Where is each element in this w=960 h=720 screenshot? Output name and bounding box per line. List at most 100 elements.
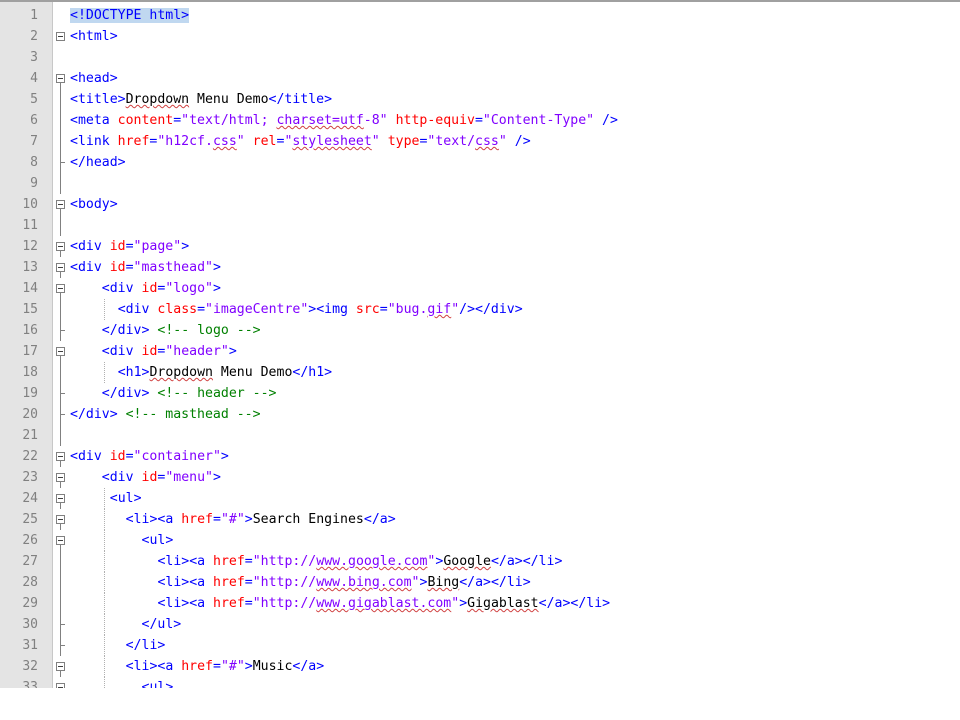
code-line[interactable]: 17 <div id="header">: [0, 341, 960, 362]
line-number: 19: [22, 386, 38, 401]
code-line[interactable]: 5 <title>Dropdown Menu Demo</title>: [0, 89, 960, 110]
code-text: <div class="imageCentre"><img src="bug.g…: [118, 299, 523, 320]
line-number: 6: [30, 113, 38, 128]
fold-toggle-icon[interactable]: [56, 662, 65, 671]
code-text: <li><a href="http://www.google.com">Goog…: [157, 551, 562, 572]
fold-toggle-icon[interactable]: [56, 494, 65, 503]
fold-toggle-icon[interactable]: [56, 74, 65, 83]
code-line[interactable]: 14 <div id="logo">: [0, 278, 960, 299]
code-line[interactable]: 2 <html>: [0, 26, 960, 47]
code-line[interactable]: 13 <div id="masthead">: [0, 257, 960, 278]
code-line[interactable]: 30 </ul>: [0, 614, 960, 635]
fold-line: [60, 461, 61, 467]
code-line[interactable]: 20 </div> <!-- masthead -->: [0, 404, 960, 425]
line-number: 13: [22, 260, 38, 275]
code-token: <li><a: [157, 596, 214, 611]
fold-toggle-icon[interactable]: [56, 347, 65, 356]
code-token: id: [109, 239, 126, 254]
fold-line: [60, 482, 61, 488]
code-token: Gigablast: [467, 596, 539, 611]
code-line[interactable]: 28 <li><a href="http://www.bing.com">Bing…: [0, 572, 960, 593]
fold-toggle-icon[interactable]: [56, 473, 65, 482]
code-text: <li><a href="http://www.bing.com">Bing</…: [157, 572, 530, 593]
code-token: "#": [220, 659, 245, 674]
code-text: <li><a href="#">Search Engines</a>: [126, 509, 396, 530]
code-token: "menu": [165, 470, 213, 485]
line-number: 26: [22, 533, 38, 548]
code-token: ": [236, 134, 245, 149]
code-token: www.bing.com: [316, 575, 412, 590]
fold-toggle-icon[interactable]: [56, 536, 65, 545]
code-line[interactable]: 23 <div id="menu">: [0, 467, 960, 488]
code-token: =: [197, 302, 206, 317]
code-token: </div>: [101, 323, 150, 338]
line-number: 16: [22, 323, 38, 338]
code-token: www.google.com: [316, 554, 428, 569]
indent-guide: [103, 509, 105, 530]
code-token: </a></li>: [538, 596, 611, 611]
code-token: /></div>: [459, 302, 523, 317]
code-text: <ul>: [142, 530, 174, 551]
fold-toggle-icon[interactable]: [56, 200, 65, 209]
code-line[interactable]: 19 </div> <!-- header -->: [0, 383, 960, 404]
code-line[interactable]: 16 </div> <!-- logo -->: [0, 320, 960, 341]
code-line[interactable]: 3: [0, 47, 960, 68]
code-token: www.gigablast.com: [316, 596, 452, 611]
code-line[interactable]: 24 <ul>: [0, 488, 960, 509]
code-line[interactable]: 33 <ul>: [0, 677, 960, 688]
line-number: 5: [30, 92, 38, 107]
code-line[interactable]: 12 <div id="page">: [0, 236, 960, 257]
indent-guide: [103, 614, 105, 635]
code-line[interactable]: 1 <!DOCTYPE html>: [0, 5, 960, 26]
fold-toggle-icon[interactable]: [56, 515, 65, 524]
code-editor[interactable]: 1 <!DOCTYPE html> 2 <html> 3 4 <head> 5 <title>D…: [0, 0, 960, 688]
fold-toggle-icon[interactable]: [56, 32, 65, 41]
code-token: </ul>: [141, 617, 182, 632]
line-number: 33: [22, 680, 38, 688]
code-line[interactable]: 11: [0, 215, 960, 236]
code-line[interactable]: 31 </li>: [0, 635, 960, 656]
code-line[interactable]: 15 <div class="imageCentre"><img src="bug…: [0, 299, 960, 320]
code-line[interactable]: 26 <ul>: [0, 530, 960, 551]
code-token: rel: [244, 134, 277, 149]
code-token: >: [228, 344, 237, 359]
code-token: charset=utf: [276, 113, 364, 128]
code-line[interactable]: 4 <head>: [0, 68, 960, 89]
code-token: </a>: [292, 659, 325, 674]
code-token: Bing: [427, 575, 460, 590]
line-number: 32: [22, 659, 38, 674]
code-line[interactable]: 9: [0, 173, 960, 194]
code-token: "bug.: [387, 302, 428, 317]
code-line[interactable]: 18 <h1>Dropdown Menu Demo</h1>: [0, 362, 960, 383]
fold-toggle-icon[interactable]: [56, 242, 65, 251]
code-token: content: [117, 113, 174, 128]
line-number: 12: [22, 239, 38, 254]
code-line[interactable]: 8 </head>: [0, 152, 960, 173]
code-text: <title>Dropdown Menu Demo</title>: [70, 89, 332, 110]
code-line[interactable]: 6 <meta content="text/html; charset=utf-8…: [0, 110, 960, 131]
code-line[interactable]: 29 <li><a href="http://www.gigablast.com"…: [0, 593, 960, 614]
fold-toggle-icon[interactable]: [56, 263, 65, 272]
code-text: </div> <!-- header -->: [102, 383, 277, 404]
code-token: <div: [101, 470, 142, 485]
line-number: 10: [22, 197, 38, 212]
code-line[interactable]: 32 <li><a href="#">Music</a>: [0, 656, 960, 677]
fold-toggle-icon[interactable]: [56, 452, 65, 461]
code-line[interactable]: 27 <li><a href="http://www.google.com">Go…: [0, 551, 960, 572]
fold-toggle-icon[interactable]: [56, 284, 65, 293]
code-token: <li><a: [125, 659, 182, 674]
code-line[interactable]: 10 <body>: [0, 194, 960, 215]
code-token: class: [157, 302, 198, 317]
code-line[interactable]: 22 <div id="container">: [0, 446, 960, 467]
code-token: <li><a: [157, 554, 214, 569]
code-line[interactable]: 25 <li><a href="#">Search Engines</a>: [0, 509, 960, 530]
code-line[interactable]: 21: [0, 425, 960, 446]
code-text: <body>: [70, 194, 118, 215]
line-number: 2: [30, 29, 38, 44]
code-token: <body>: [70, 197, 118, 212]
code-line[interactable]: 7 <link href="h12cf.css" rel="stylesheet"…: [0, 131, 960, 152]
code-token: -8": [363, 113, 388, 128]
code-text: </head>: [70, 152, 126, 173]
code-text: <li><a href="#">Music</a>: [126, 656, 325, 677]
